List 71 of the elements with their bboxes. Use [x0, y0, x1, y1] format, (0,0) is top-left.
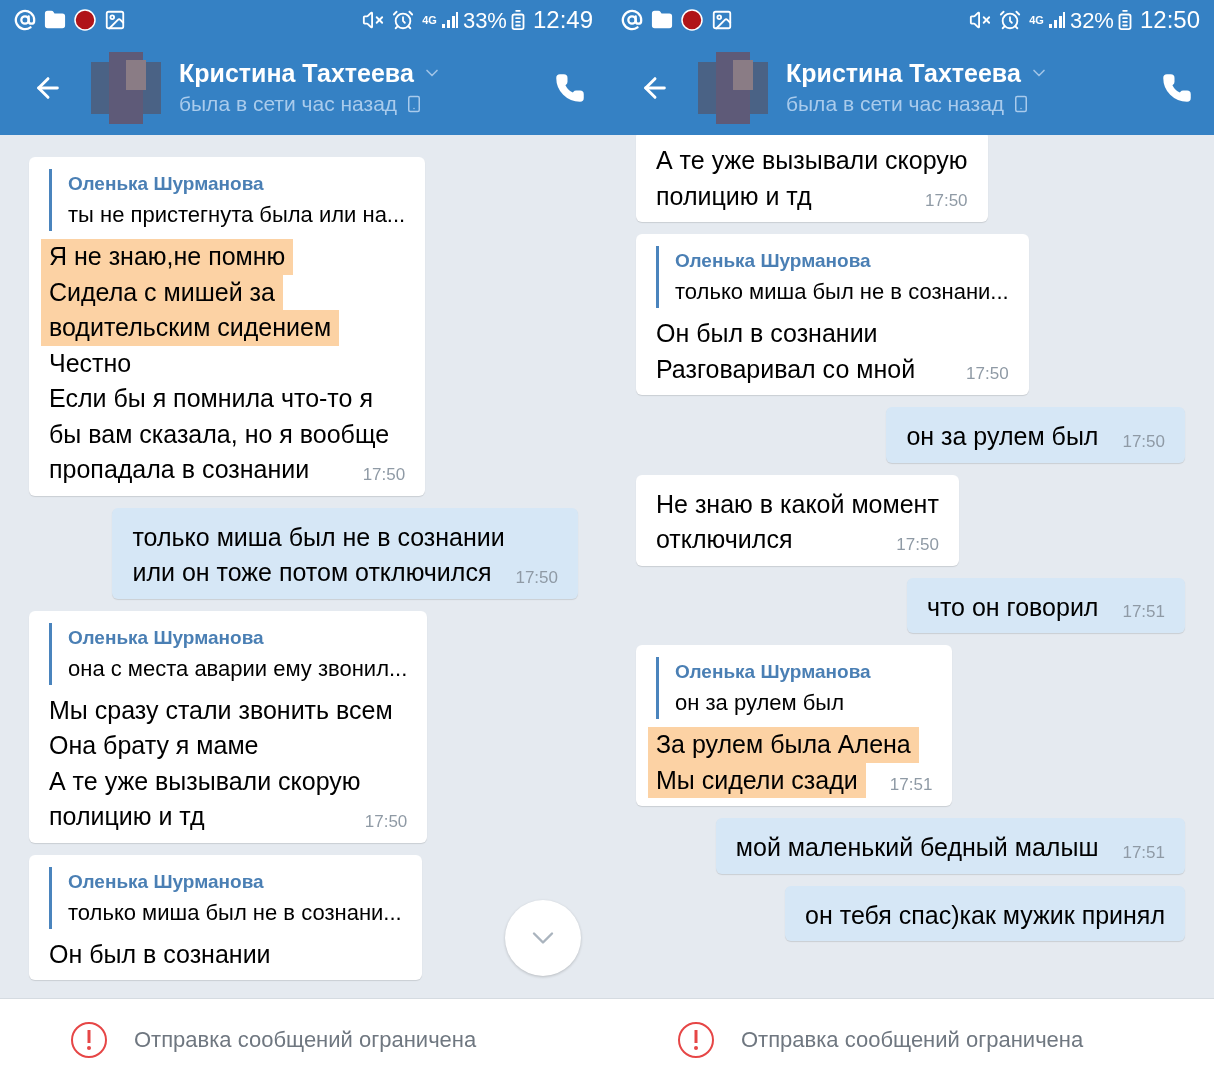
message-line: Не знаю в какой момент [656, 488, 939, 520]
quote-author: Оленька Шурманова [68, 172, 265, 196]
signal-icon [1047, 11, 1066, 29]
quote-author: Оленька Шурманова [68, 869, 265, 894]
message-time: 17:50 [896, 533, 939, 556]
restriction-notice: Отправка сообщений ограничена [741, 1026, 1084, 1054]
battery-percent: 32% [1069, 6, 1114, 35]
message-time: 17:50 [925, 190, 968, 212]
mute-icon [969, 9, 992, 31]
app-notification-icon [74, 9, 96, 31]
quote-author: Оленька Шурманова [675, 660, 872, 684]
message-time: 17:50 [362, 463, 406, 486]
message-line: полицию и тд [656, 180, 812, 212]
message-line: Честно [49, 347, 132, 379]
message-time: 17:50 [966, 363, 1009, 385]
message-line: Если бы я помнила что-то я [49, 383, 373, 414]
image-icon [104, 9, 126, 31]
message-line: Он был в сознании [49, 938, 271, 970]
call-button[interactable] [1162, 72, 1192, 103]
folder-icon [651, 9, 673, 31]
contact-name: Кристина Тахтеева [179, 57, 414, 89]
app-notification-icon [681, 9, 703, 31]
message-time: 17:50 [1122, 430, 1165, 453]
message-line: отключился [656, 524, 793, 555]
warning-icon [677, 1020, 715, 1059]
message-time: 17:51 [1122, 601, 1165, 623]
call-button[interactable] [555, 72, 585, 103]
at-sign-icon [621, 9, 643, 31]
quote-author: Оленька Шурманова [68, 625, 265, 650]
network-type: 4G [1029, 12, 1044, 28]
warning-icon [70, 1020, 108, 1059]
quoted-text: он за рулем был [675, 689, 845, 717]
message-line: или он тоже потом отключился [132, 557, 492, 588]
message-line: полицию и тд [49, 801, 205, 832]
message-line: Он был в сознании [656, 318, 878, 349]
contact-name: Кристина Тахтеева [786, 57, 1021, 89]
message-line: бы вам сказала, но я вообще [49, 418, 390, 450]
message-line: что он говорил [926, 591, 1099, 623]
message-time: 17:50 [364, 810, 408, 833]
battery-percent: 33% [462, 6, 507, 35]
clock: 12:49 [532, 5, 593, 35]
alarm-icon [392, 9, 415, 31]
network-type: 4G [422, 12, 437, 28]
message-line: Она брату я маме [49, 730, 259, 761]
message-line: Разговаривал со мной [656, 353, 916, 385]
message-line: А те уже вызывали скорую [656, 145, 968, 176]
quote-author: Оленька Шурманова [675, 249, 872, 273]
message-time: 17:50 [515, 566, 558, 589]
restriction-notice: Отправка сообщений ограничена [134, 1026, 477, 1054]
at-sign-icon [14, 9, 36, 31]
message-time: 17:51 [1122, 841, 1165, 864]
quoted-text: только миша был не в сознани... [675, 278, 1009, 306]
quoted-text: ты не пристегнута была или на... [68, 201, 406, 229]
message-time: 17:51 [889, 774, 933, 796]
quoted-text: она с места аварии ему звонил... [68, 654, 408, 683]
message-line: только миша был не в сознании [132, 521, 505, 553]
message-line: он за рулем был [906, 421, 1099, 452]
last-seen-status: была в сети час назад [179, 90, 398, 117]
signal-icon [440, 11, 459, 29]
clock: 12:50 [1139, 5, 1200, 35]
last-seen-status: была в сети час назад [786, 90, 1005, 117]
alarm-icon [999, 9, 1022, 31]
folder-icon [44, 9, 66, 31]
message-line: мой маленький бедный малыш [735, 832, 1099, 863]
quoted-text: только миша был не в сознани... [68, 898, 402, 927]
image-icon [711, 9, 733, 31]
mute-icon [362, 9, 385, 31]
message-line: Мы сразу стали звонить всем [49, 694, 393, 726]
message-line: А те уже вызывали скорую [49, 765, 361, 797]
message-line: пропадала в сознании [49, 454, 310, 485]
message-line: он тебя спас)как мужик принял [805, 899, 1165, 931]
